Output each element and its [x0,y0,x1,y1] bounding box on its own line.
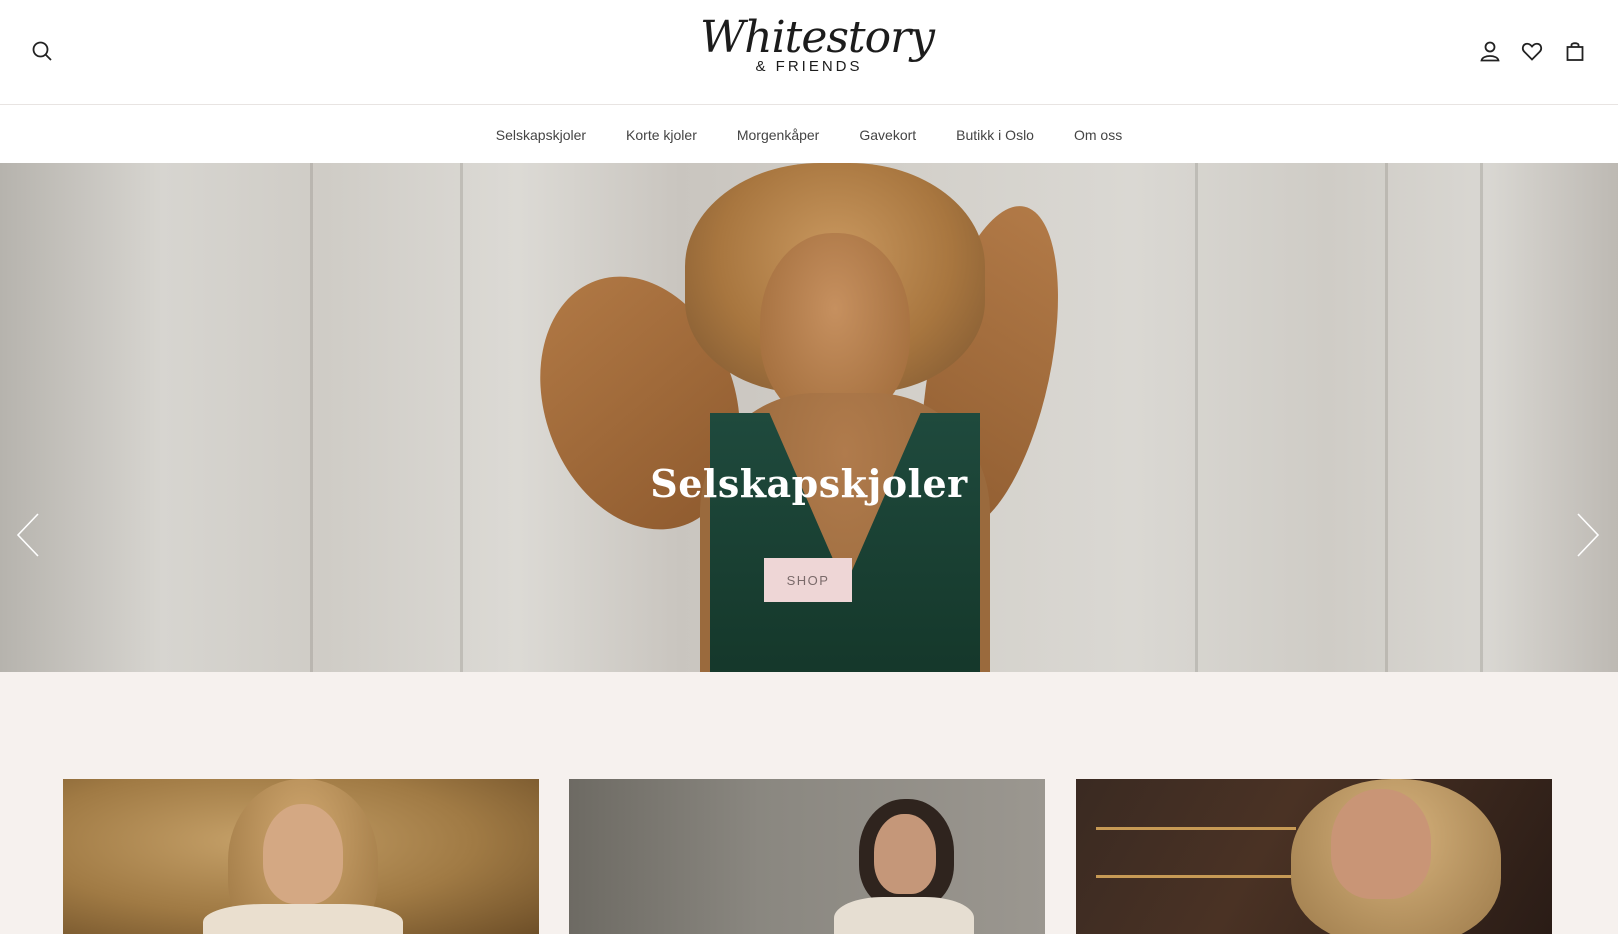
shop-button[interactable]: SHOP [764,558,852,602]
model-face [874,814,936,894]
nav-item-om-oss[interactable]: Om oss [1054,127,1142,143]
model-top [203,904,403,934]
nav-item-korte-kjoler[interactable]: Korte kjoler [606,127,717,143]
nav-item-morgenkaper[interactable]: Morgenkåper [717,127,840,143]
site-logo[interactable]: Whitestory & FRIENDS [700,12,935,92]
collection-section [0,672,1618,934]
shelf-light [1096,875,1296,878]
collection-card[interactable] [63,779,539,934]
site-header: Whitestory & FRIENDS [0,0,1618,105]
shelf-light [1096,827,1296,830]
bag-icon[interactable] [1560,36,1590,66]
background-door-line [1385,163,1388,672]
chevron-left-icon[interactable] [14,511,44,559]
search-icon[interactable] [27,36,57,66]
main-navigation: Selskapskjoler Korte kjoler Morgenkåper … [0,106,1618,163]
account-icon[interactable] [1475,36,1505,66]
nav-item-butikk-i-oslo[interactable]: Butikk i Oslo [936,127,1054,143]
logo-script-text: Whitestory [700,12,935,63]
model-face [263,804,343,904]
background-door-line [1480,163,1483,672]
nav-item-gavekort[interactable]: Gavekort [839,127,936,143]
collection-card[interactable] [1076,779,1552,934]
background-door-line [460,163,463,672]
background-door-line [1195,163,1198,672]
background-door-line [310,163,313,672]
model-robe [834,897,974,934]
heart-icon[interactable] [1517,36,1547,66]
nav-item-selskapskjoler[interactable]: Selskapskjoler [476,127,606,143]
collection-card[interactable] [569,779,1045,934]
chevron-right-icon[interactable] [1572,511,1602,559]
hero-title: Selskapskjoler [650,461,968,506]
model-face [1331,789,1431,899]
